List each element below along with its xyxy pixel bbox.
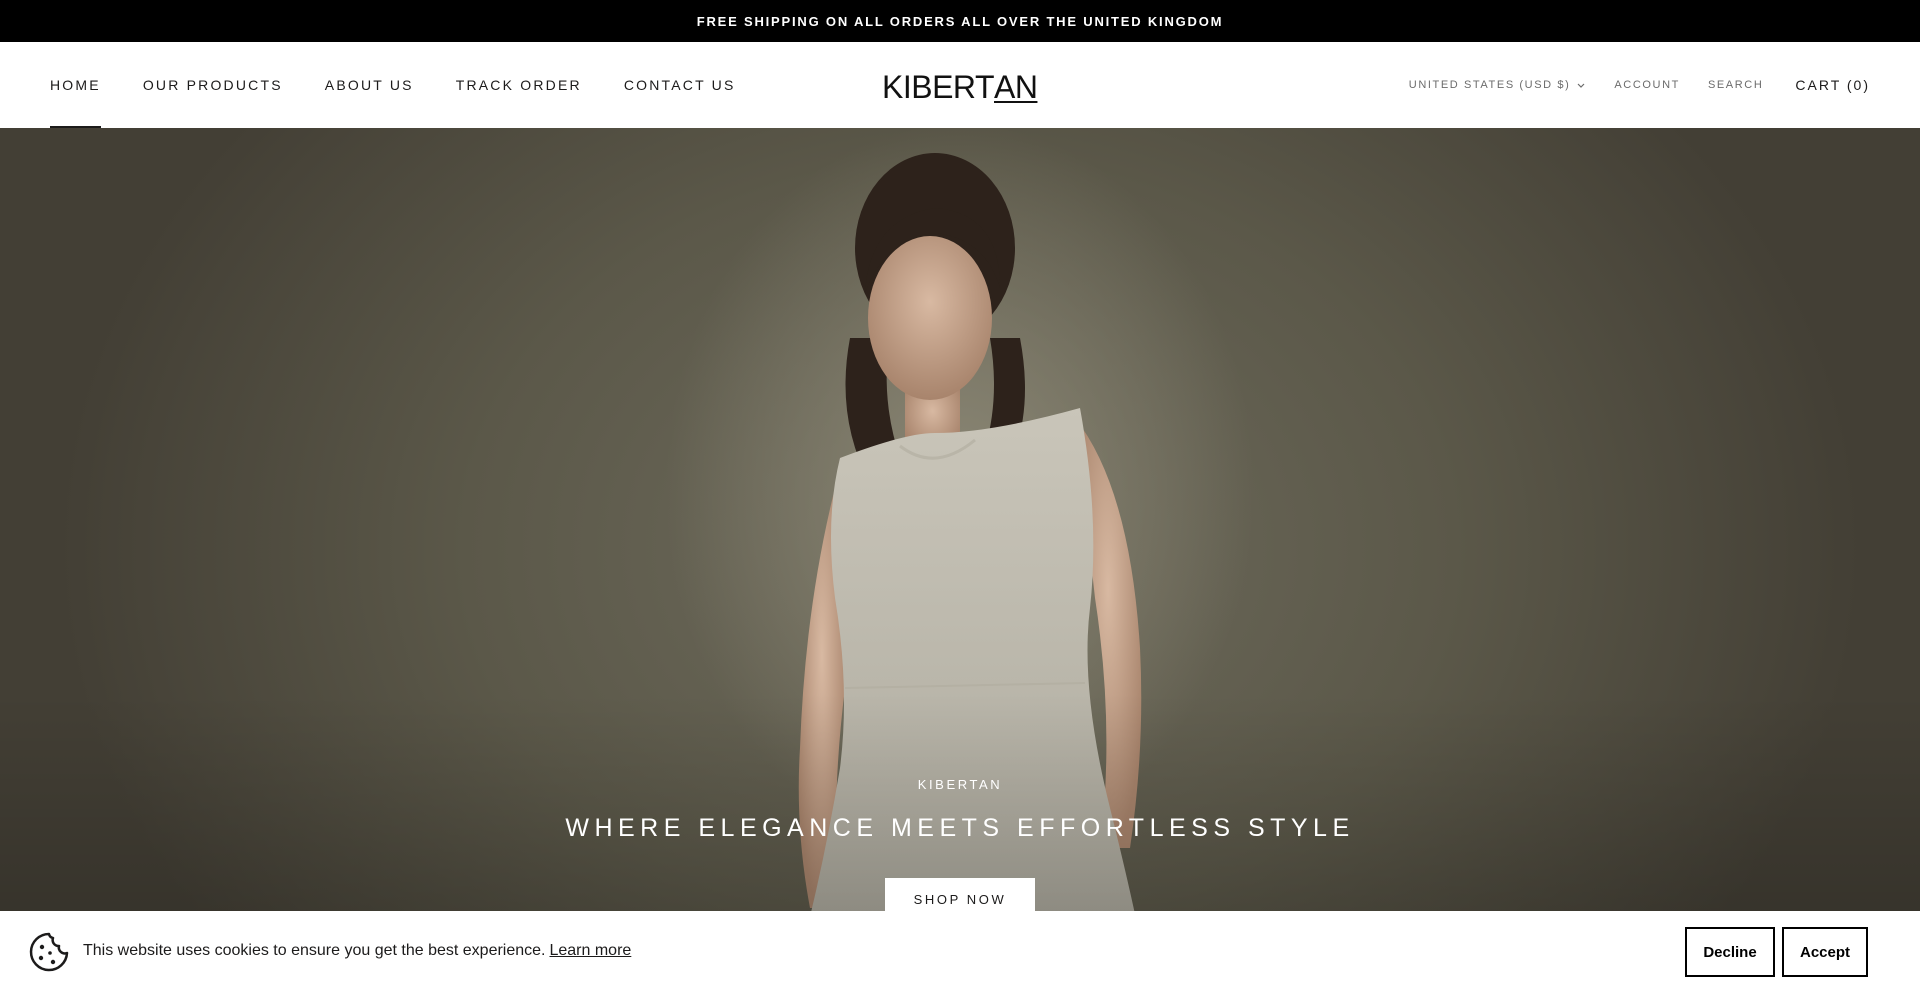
logo-text-part1: KIBERT	[882, 68, 995, 105]
cookie-banner: This website uses cookies to ensure you …	[0, 911, 1920, 993]
cookie-message: This website uses cookies to ensure you …	[83, 942, 631, 960]
announcement-text: FREE SHIPPING ON ALL ORDERS ALL OVER THE…	[696, 13, 1224, 29]
accept-button[interactable]: Accept	[1782, 927, 1868, 977]
nav-item-home[interactable]: HOME	[50, 42, 101, 128]
nav-item-about-us[interactable]: ABOUT US	[325, 42, 414, 128]
nav-item-contact-us[interactable]: CONTACT US	[624, 42, 736, 128]
main-nav: HOME OUR PRODUCTS ABOUT US TRACK ORDER C…	[50, 42, 778, 128]
chevron-down-icon	[1577, 83, 1585, 88]
site-header: HOME OUR PRODUCTS ABOUT US TRACK ORDER C…	[0, 42, 1920, 128]
currency-selector[interactable]: UNITED STATES (USD $)	[1409, 79, 1587, 91]
cookie-icon	[29, 932, 69, 972]
announcement-bar: FREE SHIPPING ON ALL ORDERS ALL OVER THE…	[0, 0, 1920, 42]
nav-item-our-products[interactable]: OUR PRODUCTS	[143, 42, 283, 128]
learn-more-link[interactable]: Learn more	[549, 942, 631, 959]
site-logo[interactable]: KIBERT AN	[882, 69, 1040, 105]
decline-button[interactable]: Decline	[1685, 927, 1775, 977]
hero-title: WHERE ELEGANCE MEETS EFFORTLESS STYLE	[565, 814, 1355, 842]
search-link[interactable]: SEARCH	[1708, 79, 1763, 91]
hero-subheading: KIBERTAN	[917, 777, 1003, 792]
secondary-nav: UNITED STATES (USD $) ACCOUNT SEARCH CAR…	[1409, 42, 1870, 128]
cookie-message-text: This website uses cookies to ensure you …	[83, 942, 546, 959]
hero-banner: KIBERTAN WHERE ELEGANCE MEETS EFFORTLESS…	[0, 128, 1920, 993]
currency-label: UNITED STATES (USD $)	[1408, 79, 1571, 91]
cart-link[interactable]: CART (0)	[1795, 77, 1870, 93]
account-link[interactable]: ACCOUNT	[1614, 79, 1680, 91]
nav-item-track-order[interactable]: TRACK ORDER	[456, 42, 582, 128]
logo-text-part2: AN	[994, 68, 1038, 105]
